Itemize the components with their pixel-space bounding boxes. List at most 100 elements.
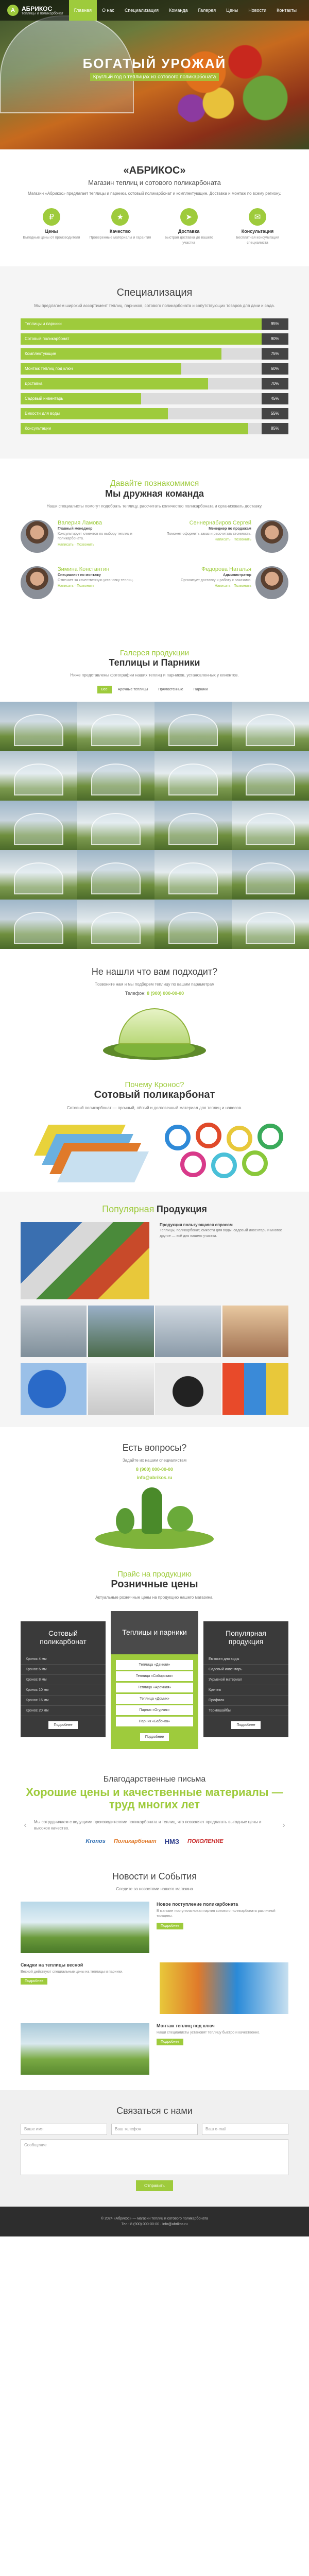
greenhouse-illustration [103,1003,206,1060]
gallery-photo[interactable] [0,800,77,850]
nav-item-about[interactable]: О нас [97,0,119,21]
filter-straight[interactable]: Прямостенные [154,686,187,693]
popular-tile[interactable] [21,1305,87,1357]
phone-number[interactable]: 8 (900) 000-00-00 [147,991,184,996]
gallery-photo[interactable] [0,751,77,801]
filter-all[interactable]: Все [97,685,112,693]
price-item[interactable]: Кронос 10 мм [21,1685,106,1696]
gallery-photo[interactable] [232,850,309,900]
gallery-photo[interactable] [154,701,232,751]
gallery-photo[interactable] [77,899,154,949]
gallery-photo[interactable] [154,800,232,850]
nav-item-news[interactable]: Новости [243,0,271,21]
nav-item-contacts[interactable]: Контакты [271,0,302,21]
spec-title: Специализация [116,286,193,298]
news-more-button[interactable]: Подробнее [21,1978,48,1985]
skill-bar: Монтаж теплиц под ключ 60% [21,363,288,375]
price-item[interactable]: Теплица «Арочная» [116,1682,193,1692]
logo[interactable]: А АБРИКОС теплицы и поликарбонат [7,5,63,16]
gallery-photo[interactable] [0,850,77,900]
popular-tile[interactable] [88,1363,154,1415]
nav-item-team[interactable]: Команда [164,0,193,21]
phone-field[interactable]: Ваш телефон [111,2123,198,2135]
price-item[interactable]: Кронос 16 мм [21,1696,106,1706]
brand-logo: Kronos [85,1838,106,1845]
popular-tile[interactable] [21,1363,87,1415]
gallery-photo[interactable] [77,800,154,850]
member-name: Федорова Наталья [201,566,251,572]
news-image[interactable] [21,1901,149,1953]
team-grid: Валерия Ламова Главный менеджер Консульт… [21,519,288,613]
popular-tile[interactable] [88,1305,154,1357]
member-links[interactable]: Написать · Позвонить [181,584,251,588]
message-field[interactable]: Сообщение [21,2139,288,2175]
price-item[interactable]: Профили [203,1696,288,1706]
notfound-title: Не нашли что вам подходит? [91,966,218,977]
news-item-title[interactable]: Скидки на теплицы весной [21,1962,152,1968]
popular-tile[interactable] [155,1305,221,1357]
news-image[interactable] [160,1962,288,2014]
price-item[interactable]: Парник «Бабочка» [116,1716,193,1726]
gallery-photo[interactable] [0,899,77,949]
nav-item-prices[interactable]: Цены [221,0,243,21]
price-item[interactable]: Кронос 8 мм [21,1675,106,1685]
gallery-photo[interactable] [77,850,154,900]
price-item[interactable]: Кронос 20 мм [21,1706,106,1716]
price-item[interactable]: Укрывной материал [203,1675,288,1685]
price-item[interactable]: Емкости для воды [203,1654,288,1665]
filter-hotbeds[interactable]: Парники [190,686,212,693]
arrow-right-icon[interactable]: › [279,1821,288,1830]
gallery-photo[interactable] [154,899,232,949]
news-item-title[interactable]: Новое поступление поликарбоната [157,1902,288,1907]
nav-item-spec[interactable]: Специализация [119,0,164,21]
skill-bar: Консультации 85% [21,422,288,434]
news-more-button[interactable]: Подробнее [157,1922,184,1929]
gallery-photo[interactable] [77,751,154,801]
name-field[interactable]: Ваше имя [21,2123,107,2135]
price-item[interactable]: Теплица «Сибирская» [116,1671,193,1681]
gallery-filters: Все Арочные теплицы Прямостенные Парники [0,685,309,693]
gallery-photo[interactable] [77,701,154,751]
price-item[interactable]: Теплица «Дачная» [116,1659,193,1670]
price-item[interactable]: Кронос 4 мм [21,1654,106,1665]
price-item[interactable]: Садовый инвентарь [203,1665,288,1675]
price-col-head: Популярная продукция [226,1629,266,1646]
poly-title-bold: Сотовый поликарбонат [94,1089,215,1100]
popular-tile[interactable] [155,1363,221,1415]
email-field[interactable]: Ваш e-mail [202,2123,288,2135]
price-more-button[interactable]: Подробнее [231,1721,261,1729]
price-item[interactable]: Кронос 6 мм [21,1665,106,1675]
arrow-left-icon[interactable]: ‹ [21,1821,30,1830]
gallery-photo[interactable] [0,701,77,751]
price-more-button[interactable]: Подробнее [140,1733,169,1741]
gallery-photo[interactable] [154,850,232,900]
member-links[interactable]: Написать · Позвонить [58,584,133,588]
member-role: Главный менеджер [58,527,93,531]
avatar [255,566,288,599]
popular-tile[interactable] [222,1305,288,1357]
gallery-photo[interactable] [232,800,309,850]
nav-item-gallery[interactable]: Галерея [193,0,221,21]
member-links[interactable]: Написать · Позвонить [58,543,149,547]
price-more-button[interactable]: Подробнее [48,1721,78,1729]
price-item[interactable]: Теплица «Домик» [116,1693,193,1704]
price-item[interactable]: Термошайбы [203,1706,288,1716]
popular-tile[interactable] [222,1363,288,1415]
news-item-title[interactable]: Монтаж теплиц под ключ [157,2023,288,2028]
gallery-photo[interactable] [232,751,309,801]
nav-item-home[interactable]: Главная [68,0,97,21]
gallery-photo[interactable] [154,751,232,801]
price-item[interactable]: Парник «Огурчик» [116,1705,193,1715]
price-item[interactable]: Крепеж [203,1685,288,1696]
send-button[interactable]: Отправить [136,2180,173,2191]
filter-arch[interactable]: Арочные теплицы [114,686,152,693]
news-image[interactable] [21,2023,149,2075]
gallery-photo[interactable] [232,701,309,751]
questions-phone[interactable]: 8 (900) 000-00-00 [136,1467,173,1472]
skill-bar: Теплицы и парники 95% [21,318,288,330]
member-links[interactable]: Написать · Позвонить [166,538,251,541]
member-text: Организует доставку и работу с заказами. [180,578,251,582]
questions-email[interactable]: info@abrikos.ru [137,1475,173,1480]
gallery-photo[interactable] [232,899,309,949]
news-more-button[interactable]: Подробнее [157,2039,184,2046]
